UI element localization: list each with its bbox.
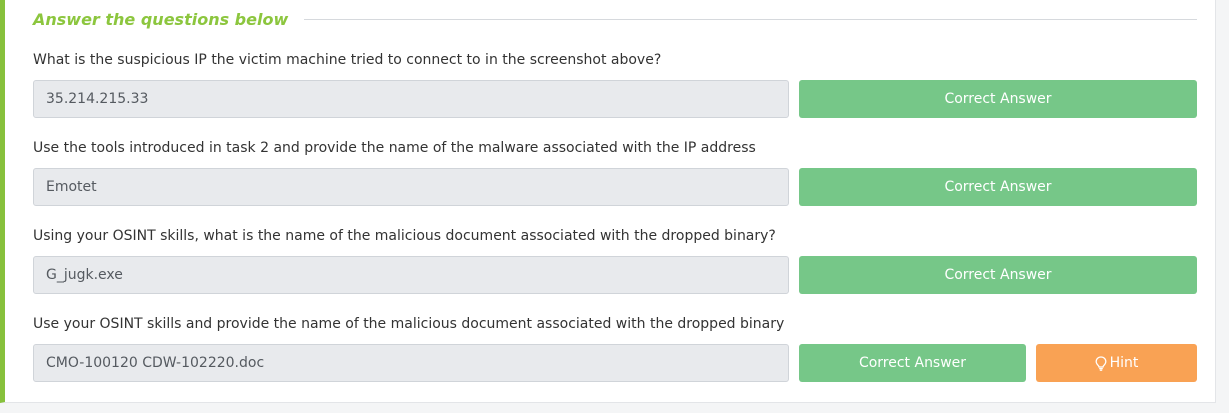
correct-answer-button[interactable]: Correct Answer — [799, 256, 1197, 294]
hint-button[interactable]: Hint — [1036, 344, 1197, 382]
header-divider — [304, 18, 1197, 20]
answer-row: Correct Answer — [33, 168, 1197, 206]
hint-label: Hint — [1109, 355, 1139, 371]
answer-row: Correct Answer Hint — [33, 344, 1197, 382]
answer-field[interactable] — [33, 168, 789, 206]
question-text: Use your OSINT skills and provide the na… — [33, 316, 785, 332]
answer-field[interactable] — [33, 256, 789, 294]
correct-answer-button[interactable]: Correct Answer — [799, 344, 1026, 382]
answer-field[interactable] — [33, 80, 789, 118]
section-header: Answer the questions below — [33, 8, 1197, 30]
question-1: What is the suspicious IP the victim mac… — [33, 50, 1197, 118]
question-text: What is the suspicious IP the victim mac… — [33, 52, 662, 68]
answer-field[interactable] — [33, 344, 789, 382]
lightbulb-icon — [1095, 355, 1107, 371]
question-text: Use the tools introduced in task 2 and p… — [33, 140, 756, 156]
question-text: Using your OSINT skills, what is the nam… — [33, 228, 776, 244]
question-4: Use your OSINT skills and provide the na… — [33, 314, 1197, 382]
questions-panel: Answer the questions below What is the s… — [0, 0, 1216, 403]
correct-answer-button[interactable]: Correct Answer — [799, 168, 1197, 206]
question-3: Using your OSINT skills, what is the nam… — [33, 226, 1197, 294]
section-title: Answer the questions below — [33, 9, 289, 29]
answer-row: Correct Answer — [33, 256, 1197, 294]
question-2: Use the tools introduced in task 2 and p… — [33, 138, 1197, 206]
correct-answer-button[interactable]: Correct Answer — [799, 80, 1197, 118]
answer-row: Correct Answer — [33, 80, 1197, 118]
